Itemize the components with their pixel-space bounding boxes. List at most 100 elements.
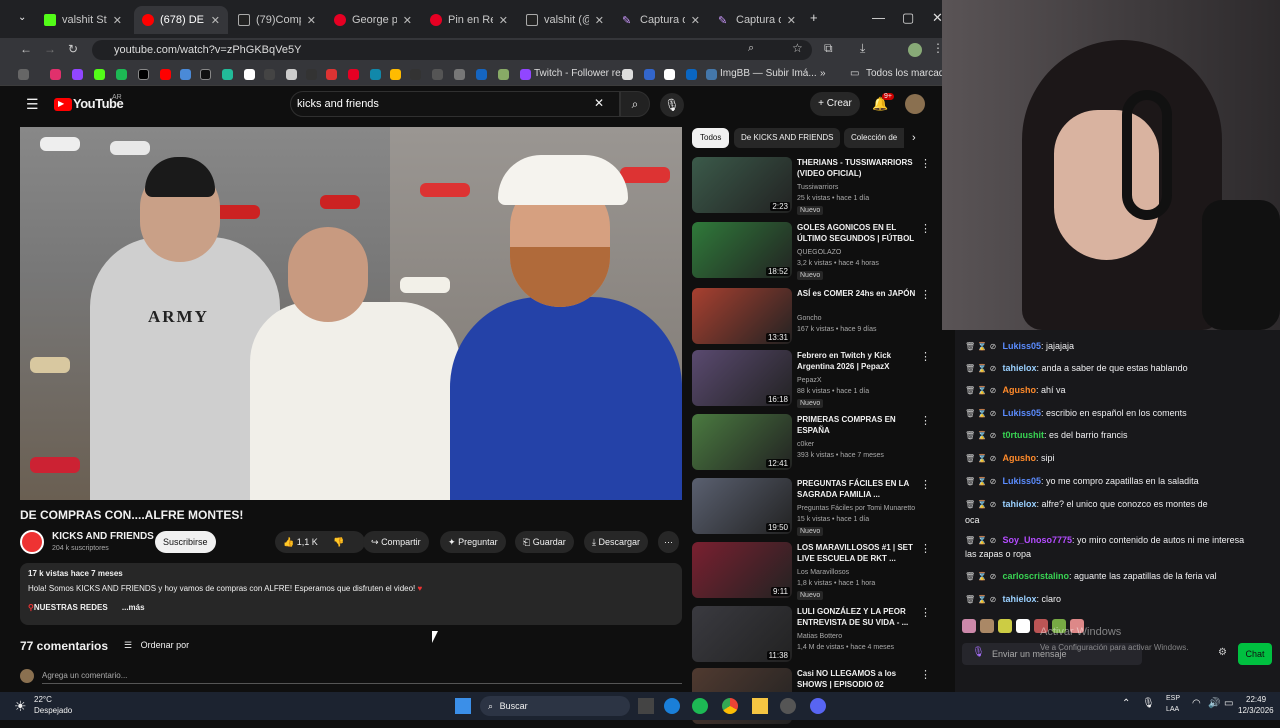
mod-actions-icon[interactable]: 🗑 ⌛ ⊘ (965, 342, 999, 351)
close-icon[interactable]: ✕ (787, 14, 796, 27)
related-channel[interactable]: Goncho (797, 315, 822, 322)
twitch-icon[interactable] (72, 69, 83, 80)
avatar[interactable] (905, 94, 925, 114)
related-video-title[interactable]: ASÍ es COMER 24hs en JAPÓN (797, 288, 922, 299)
youtube-icon[interactable] (160, 69, 171, 80)
tab-3[interactable]: (79)Completa✕ (230, 6, 324, 34)
more-icon[interactable]: ⋮ (920, 668, 931, 681)
chat-username[interactable]: Soy_Unoso7775 (1003, 535, 1073, 545)
linkedin-icon[interactable] (686, 69, 697, 80)
chip-collection[interactable]: Colección de (844, 128, 904, 148)
close-icon[interactable]: ✕ (595, 14, 604, 27)
bookmark-twitch-follower[interactable]: Twitch - Follower re... (534, 68, 629, 79)
video-thumbnail[interactable]: 2:23 (692, 157, 792, 213)
bookmark-icon[interactable] (326, 69, 337, 80)
tab-1[interactable]: valshit Stream✕ (36, 6, 130, 34)
bookmark-icon[interactable] (454, 69, 465, 80)
mod-actions-icon[interactable]: 🗑 ⌛ ⊘ (965, 409, 999, 418)
description-box[interactable]: 17 k vistas hace 7 meses Hola! Somos KIC… (20, 563, 682, 625)
mic-icon[interactable]: 🎙 (1142, 698, 1155, 709)
url-field[interactable]: youtube.com/watch?v=zPhGKBqVe5Y (92, 40, 812, 60)
more-icon[interactable]: ⋮ (920, 350, 931, 363)
close-icon[interactable]: ✕ (691, 14, 700, 27)
bookmark-icon[interactable] (370, 69, 381, 80)
app-icon[interactable] (780, 698, 796, 714)
close-icon[interactable]: ✕ (403, 14, 412, 27)
discord-icon[interactable] (810, 698, 826, 714)
related-channel[interactable]: QUEGOLAZO (797, 249, 841, 256)
related-video-title[interactable]: GOLES AGONICOS EN EL ÚLTIMO SEGUNDOS | F… (797, 222, 922, 246)
imgbb-icon[interactable] (706, 69, 717, 80)
chat-username[interactable]: tahielox (1003, 499, 1037, 509)
mod-actions-icon[interactable]: 🗑 ⌛ ⊘ (965, 536, 999, 545)
search-input[interactable]: kicks and friends (290, 91, 620, 117)
bookmark-icon[interactable] (410, 69, 421, 80)
emote-icon[interactable] (998, 619, 1012, 633)
related-video-title[interactable]: LULI GONZÁLEZ Y LA PEOR ENTREVISTA DE SU… (797, 606, 922, 628)
google-icon[interactable] (664, 69, 675, 80)
bookmark-icon[interactable] (264, 69, 275, 80)
chat-username[interactable]: Agusho (1003, 453, 1037, 463)
clock-date[interactable]: 12/3/2026 (1238, 706, 1274, 715)
sort-button[interactable]: ☰ Ordenar por (124, 640, 189, 651)
emote-icon[interactable] (1016, 619, 1030, 633)
channel-name[interactable]: KICKS AND FRIENDS (52, 531, 154, 542)
x-icon[interactable] (138, 69, 149, 80)
maximize-icon[interactable]: ▢ (902, 10, 914, 26)
close-icon[interactable]: ✕ (211, 14, 220, 27)
close-icon[interactable]: ✕ (499, 14, 508, 27)
related-video[interactable]: 11:38 LULI GONZÁLEZ Y LA PEOR ENTREVISTA … (692, 606, 937, 666)
like-button[interactable]: 👍 1,1 K 👎 (275, 531, 365, 553)
mod-actions-icon[interactable]: 🗑 ⌛ ⊘ (965, 500, 999, 509)
more-actions-button[interactable]: ⋯ (658, 531, 679, 553)
chat-username[interactable]: tahielox (1003, 594, 1037, 604)
zoom-icon[interactable]: ⌕ (748, 42, 754, 55)
task-view-icon[interactable] (638, 698, 654, 714)
chat-username[interactable]: carloscristalino (1003, 571, 1070, 581)
create-button[interactable]: + Crear (810, 92, 860, 116)
tray-up-icon[interactable]: ⌃ (1122, 698, 1130, 709)
chrome-icon[interactable] (722, 698, 738, 714)
chat-username[interactable]: Agusho (1003, 385, 1037, 395)
chat-username[interactable]: Lukiss05 (1003, 476, 1042, 486)
related-channel[interactable]: c0ker (797, 441, 814, 448)
bookmark-icon[interactable] (476, 69, 487, 80)
ask-button[interactable]: ✦ Preguntar (440, 531, 506, 553)
bookmark-icon[interactable] (498, 69, 509, 80)
related-channel[interactable]: PepazX (797, 377, 822, 384)
bookmark-icon[interactable] (222, 69, 233, 80)
related-video[interactable]: 16:18 Febrero en Twitch y Kick Argentina … (692, 350, 937, 410)
spotify-icon[interactable] (116, 69, 127, 80)
bookmark-icon[interactable] (622, 69, 633, 80)
mod-actions-icon[interactable]: 🗑 ⌛ ⊘ (965, 431, 999, 440)
google-icon[interactable] (244, 69, 255, 80)
related-video-title[interactable]: Febrero en Twitch y Kick Argentina 2026 … (797, 350, 922, 372)
bookmark-star-icon[interactable]: ☆ (792, 41, 803, 55)
bookmark-icon[interactable] (432, 69, 443, 80)
tab-4[interactable]: George pig✕ (326, 6, 420, 34)
pinterest-icon[interactable] (348, 69, 359, 80)
related-channel[interactable]: Tussiwarriors (797, 184, 838, 191)
battery-icon[interactable]: ▭ (1224, 698, 1233, 709)
related-video[interactable]: 12:41 PRIMERAS COMPRAS EN ESPAÑA c0ker 393 … (692, 414, 937, 474)
chat-username[interactable]: Lukiss05 (1003, 341, 1042, 351)
taskbar-search[interactable]: ⌕ Buscar (480, 696, 630, 716)
chat-username[interactable]: t0rtuushit (1003, 430, 1045, 440)
download-button[interactable]: ⤓ Descargar (584, 531, 649, 553)
related-video-title[interactable]: THERIANS - TUSSIWARRIORS (VIDEO OFICIAL) (797, 157, 922, 179)
more-icon[interactable]: ⋮ (920, 606, 931, 619)
back-icon[interactable]: ← (20, 42, 32, 56)
comment-input[interactable]: Agrega un comentario... (42, 671, 682, 684)
related-channel[interactable]: Los Maravillosos (797, 569, 849, 576)
video-thumbnail[interactable]: 16:18 (692, 350, 792, 406)
more-icon[interactable]: ⋮ (920, 288, 931, 301)
related-video-title[interactable]: Casi NO LLEGAMOS a los SHOWS | EPISODIO … (797, 668, 922, 690)
more-icon[interactable]: ⋮ (920, 414, 931, 427)
chat-username[interactable]: tahielox (1003, 363, 1037, 373)
wifi-icon[interactable]: ◠ (1192, 698, 1201, 709)
video-thumbnail[interactable]: 11:38 (692, 606, 792, 662)
mic-icon[interactable]: 🎙 (972, 647, 985, 658)
chevron-right-icon[interactable]: › (912, 132, 916, 144)
emote-icon[interactable] (962, 619, 976, 633)
tab-5[interactable]: Pin en Reakti✕ (422, 6, 516, 34)
